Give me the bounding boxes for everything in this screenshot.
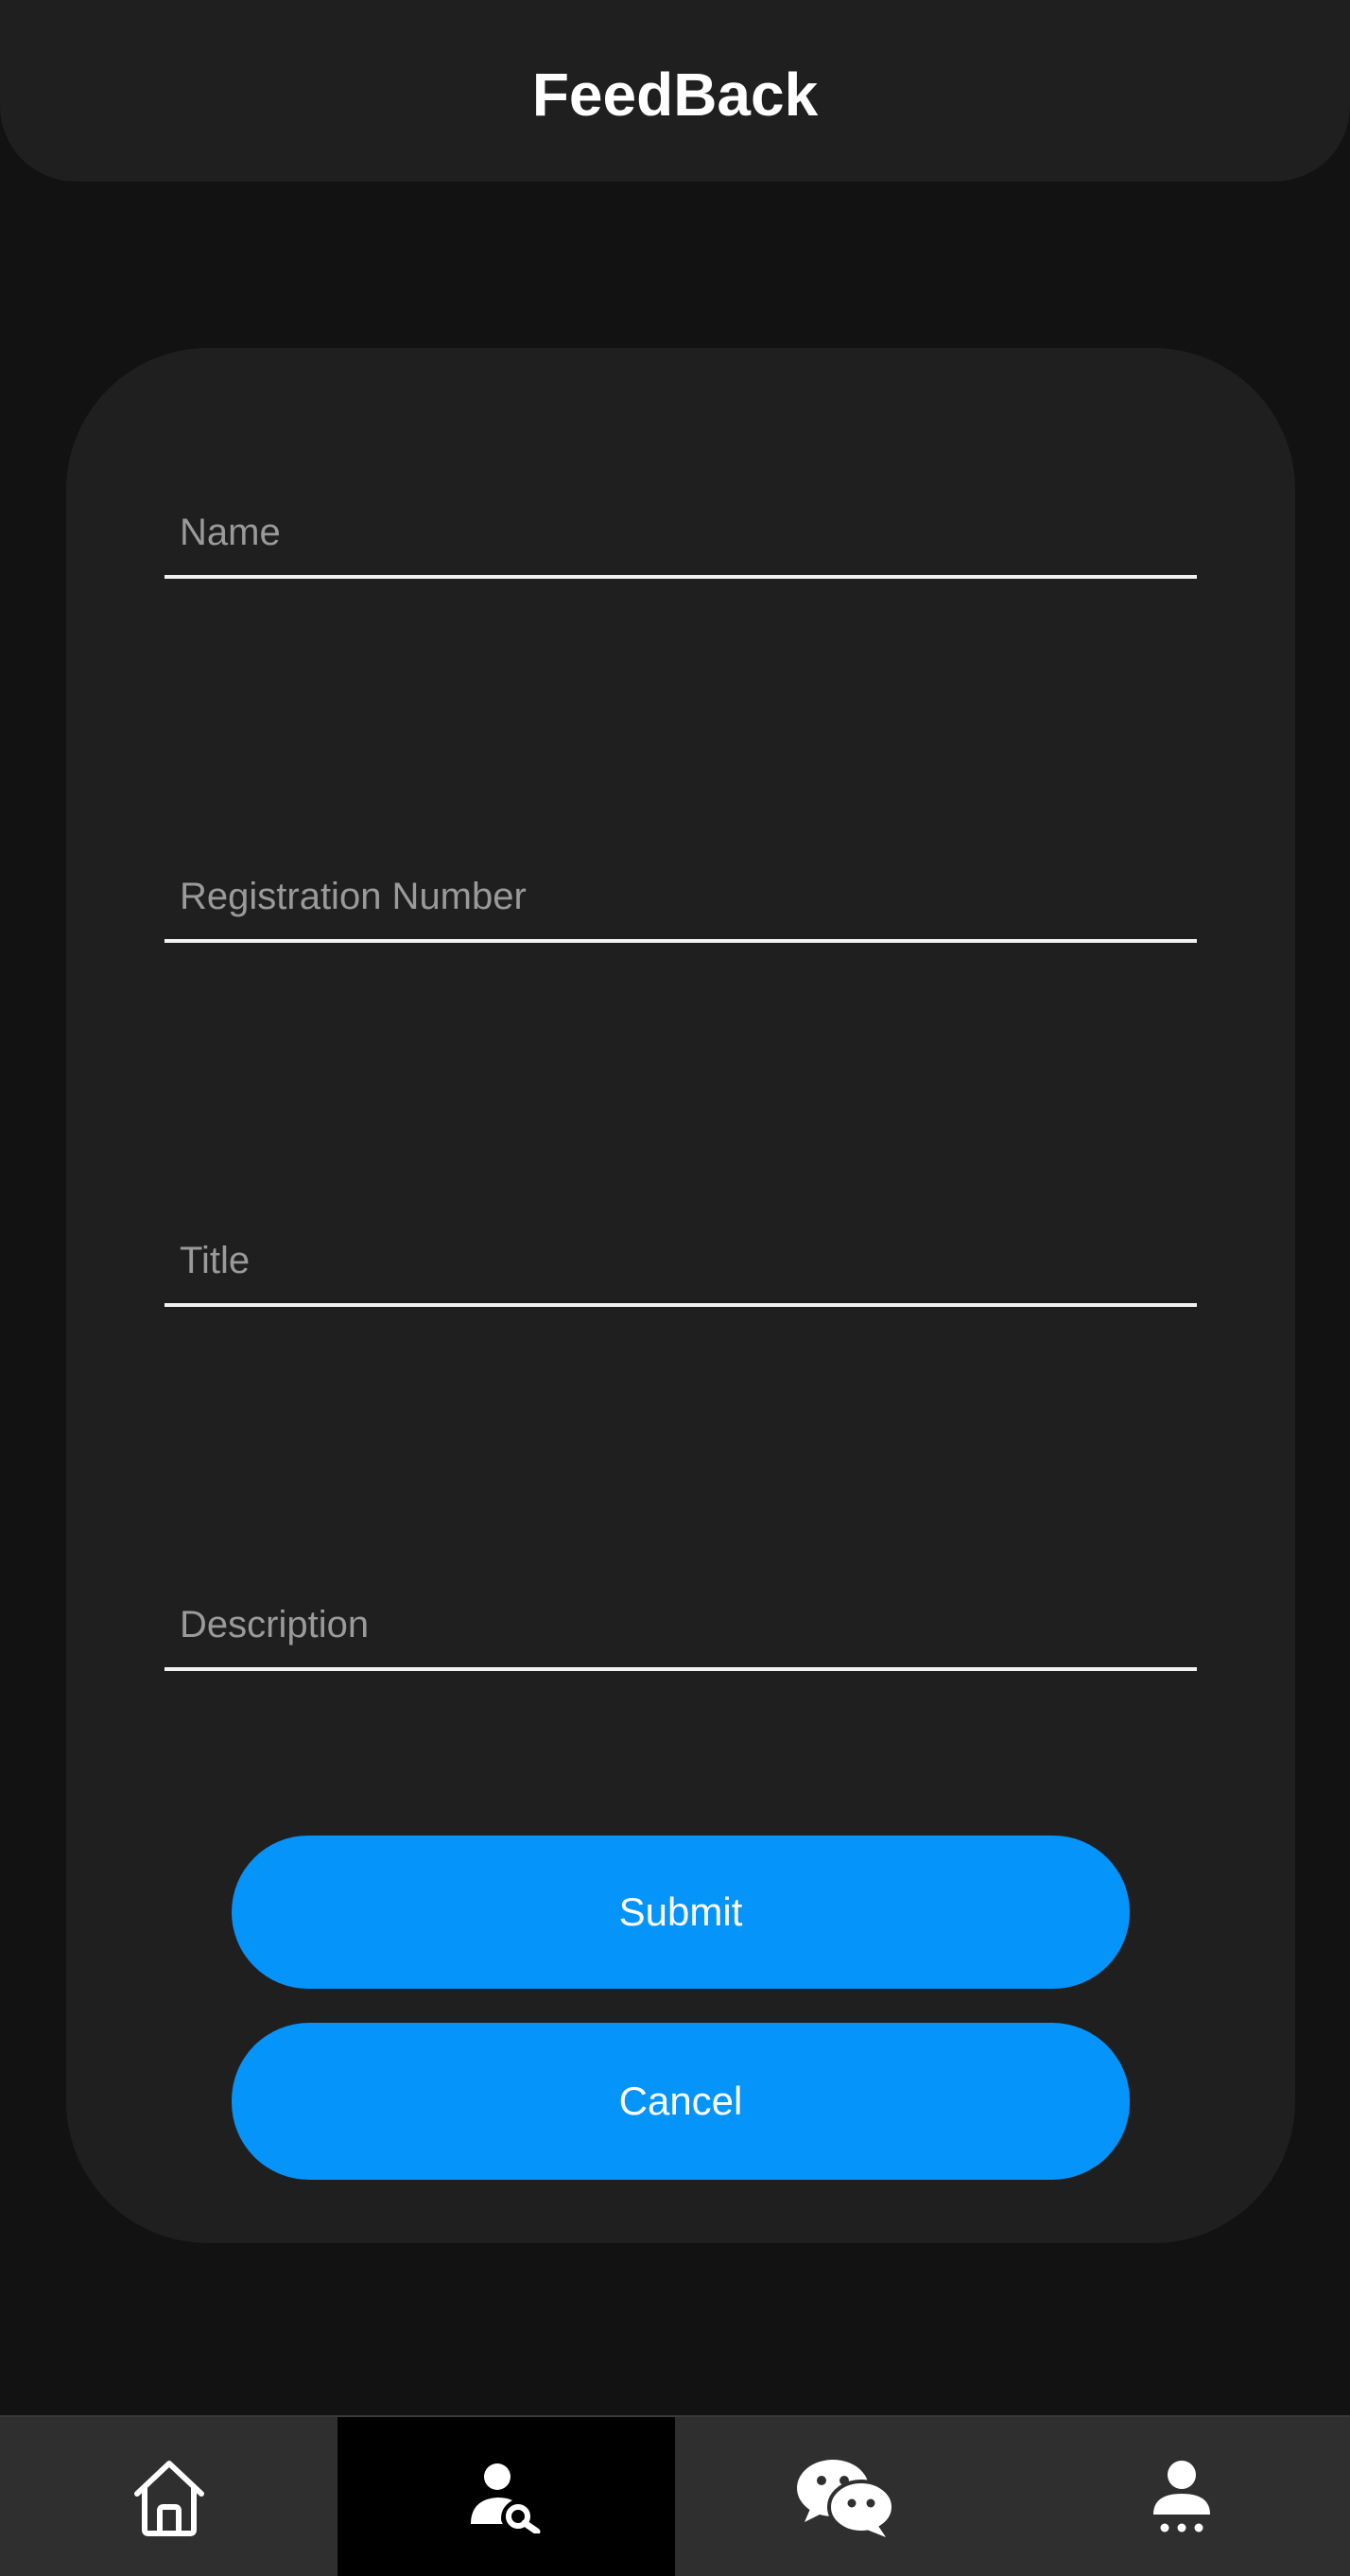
nav-item-profile[interactable] xyxy=(1012,2417,1350,2576)
page-title: FeedBack xyxy=(531,61,819,129)
cancel-button[interactable]: Cancel xyxy=(232,2023,1130,2180)
feedback-screen: FeedBack Submit Cancel xyxy=(0,0,1350,2576)
registration-number-field xyxy=(164,854,1197,943)
registration-number-input[interactable] xyxy=(164,854,1197,939)
submit-button[interactable]: Submit xyxy=(232,1836,1130,1989)
description-input[interactable] xyxy=(164,1582,1197,1667)
chat-icon xyxy=(796,2460,893,2537)
nav-item-chat[interactable] xyxy=(675,2417,1012,2576)
person-search-icon xyxy=(470,2463,540,2533)
nav-item-home[interactable] xyxy=(0,2417,338,2576)
title-input[interactable] xyxy=(164,1218,1197,1303)
bottom-navigation xyxy=(0,2415,1350,2576)
description-field xyxy=(164,1582,1197,1671)
home-icon xyxy=(133,2461,204,2536)
feedback-form-card: Submit Cancel xyxy=(66,348,1295,2243)
nav-item-person-search[interactable] xyxy=(338,2417,675,2576)
person-menu-icon xyxy=(1152,2461,1210,2532)
name-input[interactable] xyxy=(164,490,1197,575)
name-field xyxy=(164,490,1197,579)
app-header: FeedBack xyxy=(0,0,1350,182)
title-field xyxy=(164,1218,1197,1307)
